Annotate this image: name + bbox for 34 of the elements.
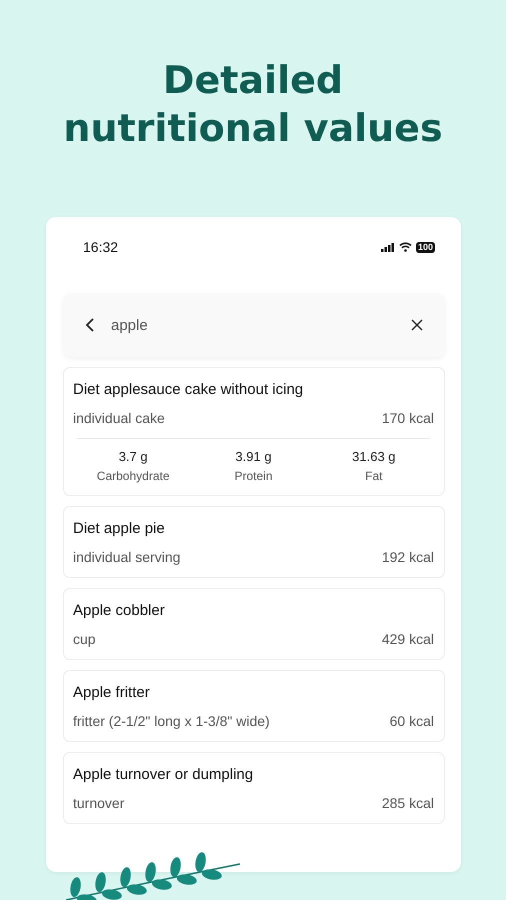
status-time: 16:32 — [83, 239, 118, 255]
calories: 285 kcal — [382, 795, 434, 811]
macro-value: 31.63 g — [352, 449, 396, 464]
food-name: Diet applesauce cake without icing — [73, 381, 304, 398]
food-card[interactable]: Apple fritter fritter (2-1/2" long x 1-3/8" wide) 60 kcal — [63, 670, 445, 742]
food-card[interactable]: Apple turnover or dumpling turnover 285 kcal — [63, 752, 445, 824]
food-name: Apple fritter — [73, 684, 151, 701]
battery-level: 100 — [416, 242, 435, 252]
food-card[interactable]: Diet applesauce cake without icing individual cake 170 kcal 3.7 g Carbohydrate 3.91 g Protein 31.63 g Fat — [63, 367, 445, 496]
macro-label: Carbohydrate — [96, 469, 170, 483]
back-icon[interactable] — [85, 318, 95, 332]
macro-label: Protein — [234, 469, 272, 483]
signal-icon — [380, 242, 395, 252]
search-field[interactable]: apple — [109, 316, 397, 334]
food-name: Apple turnover or dumpling — [73, 766, 254, 783]
calories: 60 kcal — [390, 713, 434, 729]
headline: Detailed nutritional values — [62, 57, 444, 152]
calories: 429 kcal — [382, 631, 434, 647]
serving-size: individual cake — [73, 410, 165, 426]
food-card[interactable]: Apple cobbler cup 429 kcal — [63, 588, 445, 660]
serving-size: fritter (2-1/2" long x 1-3/8" wide) — [73, 713, 270, 729]
wifi-icon — [398, 242, 412, 252]
food-name: Apple cobbler — [73, 602, 166, 619]
serving-size: individual serving — [73, 549, 180, 565]
macro-value: 3.7 g — [118, 449, 148, 464]
food-name: Diet apple pie — [73, 520, 166, 537]
macro-value: 3.91 g — [235, 449, 272, 464]
food-card[interactable]: Diet apple pie individual serving 192 kcal — [63, 506, 445, 578]
serving-size: cup — [73, 631, 96, 647]
calories: 170 kcal — [382, 410, 434, 426]
serving-size: turnover — [73, 795, 124, 811]
macro-label: Fat — [365, 469, 382, 483]
calories: 192 kcal — [382, 549, 434, 565]
close-icon[interactable] — [411, 319, 423, 331]
